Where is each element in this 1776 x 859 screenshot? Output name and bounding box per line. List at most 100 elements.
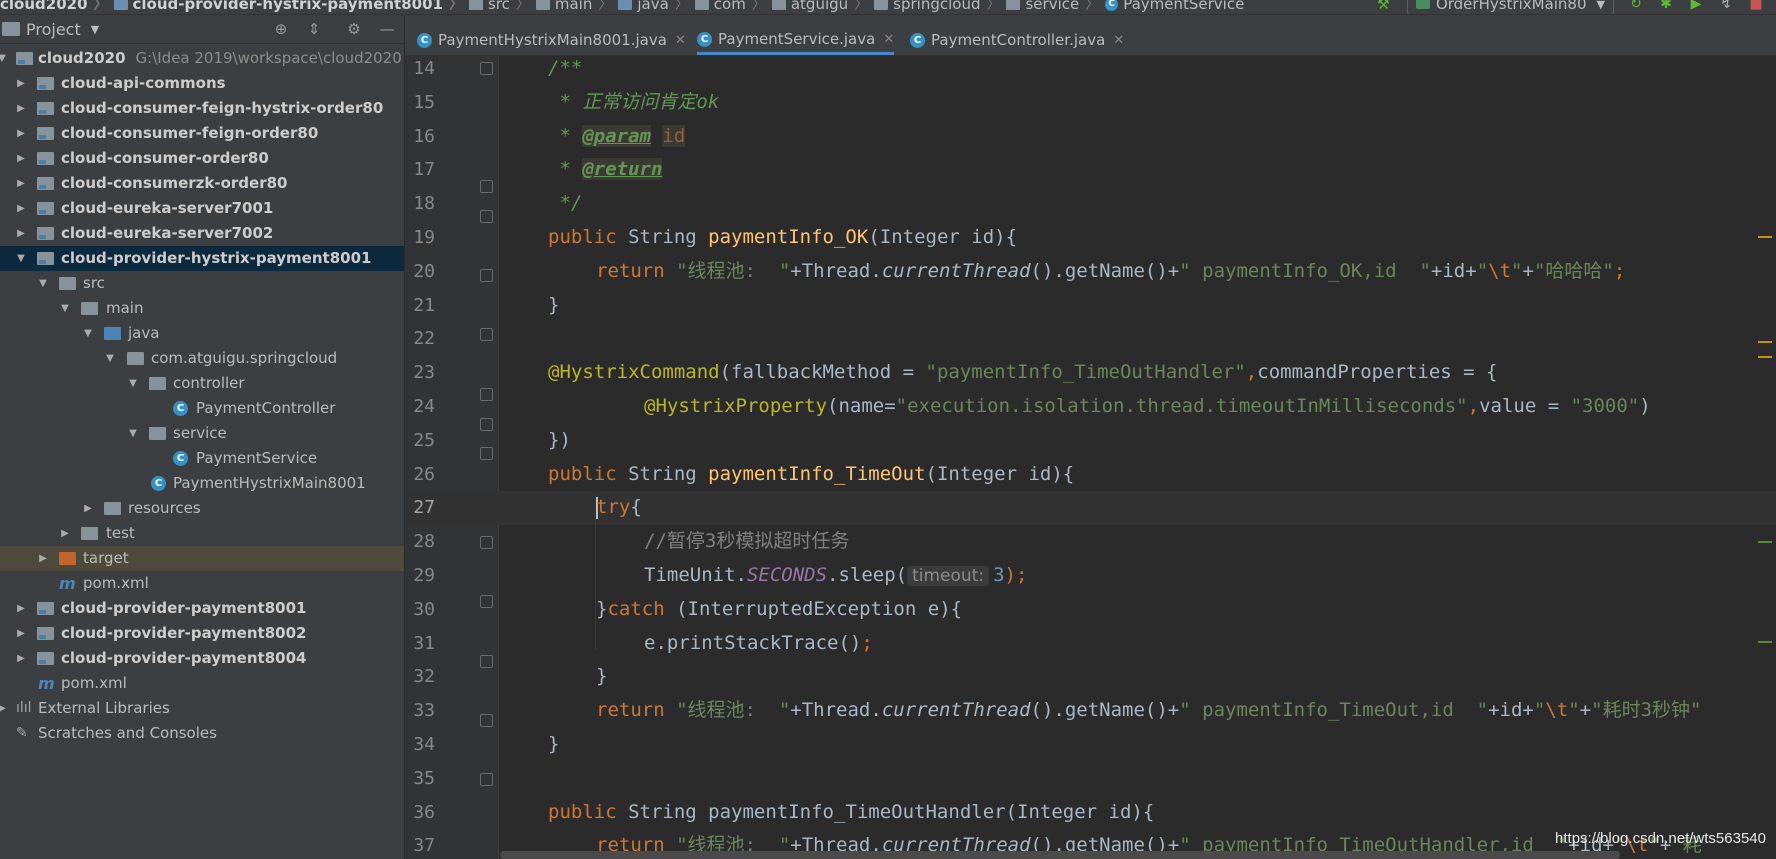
tree-item-controller-package[interactable]: ▼ controller [0, 371, 404, 396]
tree-item-scratches[interactable]: ✎ Scratches and Consoles [0, 721, 404, 746]
tree-item-main[interactable]: ▼ main [0, 296, 404, 321]
package-icon [1006, 0, 1021, 10]
debug-icon[interactable]: ✱ [1658, 0, 1674, 11]
chevron-down-icon[interactable]: ▼ [91, 23, 99, 36]
tree-item-module[interactable]: ▶ cloud-provider-payment8001 [0, 596, 404, 621]
tab-payment-service[interactable]: C PaymentService.java ✕ [697, 26, 895, 55]
tree-item-module[interactable]: ▶ cloud-provider-payment8002 [0, 621, 404, 646]
code-line: 17 * @return [405, 153, 1776, 187]
chevron-right-icon[interactable]: ▶ [15, 621, 27, 646]
tree-item-module[interactable]: ▶ cloud-consumerzk-order80 [0, 171, 404, 196]
module-folder-icon [37, 252, 54, 265]
tree-item-module[interactable]: ▶ cloud-provider-payment8004 [0, 646, 404, 671]
tree-item-label: pom.xml [61, 674, 127, 692]
run-with-coverage-icon[interactable]: ▶ [1688, 0, 1704, 11]
chevron-right-icon[interactable]: ▶ [82, 496, 94, 521]
chevron-right-icon[interactable]: ▶ [15, 596, 27, 621]
chevron-right-icon[interactable]: ▶ [15, 121, 27, 146]
close-icon[interactable]: ✕ [675, 33, 686, 48]
change-marker[interactable] [1758, 641, 1772, 643]
breadcrumb-item[interactable]: src 〉 [463, 0, 530, 14]
stop-icon[interactable]: ■ [1748, 0, 1764, 11]
tree-item-package[interactable]: ▼ com.atguigu.springcloud [0, 346, 404, 371]
horizontal-scrollbar[interactable] [500, 851, 1620, 859]
breadcrumb-item[interactable]: atguigu 〉 [766, 0, 868, 14]
profile-icon[interactable]: ↯ [1718, 0, 1734, 11]
tree-item-target[interactable]: ▶ target [0, 546, 404, 571]
chevron-right-icon[interactable]: ▶ [15, 196, 27, 221]
locate-file-icon[interactable]: ⊕ [272, 20, 290, 38]
tree-item-module[interactable]: ▶ cloud-consumer-feign-hystrix-order80 [0, 96, 404, 121]
tree-item-module[interactable]: ▶ cloud-eureka-server7002 [0, 221, 404, 246]
chevron-right-icon[interactable]: ▶ [15, 96, 27, 121]
tree-item-cloud2020[interactable]: ▼ cloud2020G:\Idea 2019\workspace\cloud2… [0, 46, 404, 71]
tree-item-service-package[interactable]: ▼ service [0, 421, 404, 446]
breadcrumb-item[interactable]: service 〉 [1000, 0, 1099, 14]
chevron-right-icon[interactable]: ▶ [37, 546, 49, 571]
breadcrumb-item[interactable]: com 〉 [689, 0, 766, 14]
run-configuration-label: OrderHystrixMain80 [1435, 0, 1587, 13]
breadcrumb-item[interactable]: cloud-provider-hystrix-payment8001 〉 [108, 0, 463, 14]
chevron-down-icon[interactable]: ▼ [0, 46, 8, 71]
chevron-down-icon[interactable]: ▼ [37, 271, 49, 296]
tree-item-module[interactable]: ▶ cloud-eureka-server7001 [0, 196, 404, 221]
tree-item-module-selected[interactable]: ▼ cloud-provider-hystrix-payment8001 [0, 246, 404, 271]
chevron-right-icon[interactable]: ▶ [15, 71, 27, 96]
tree-item-test[interactable]: ▶ test [0, 521, 404, 546]
close-icon[interactable]: ✕ [883, 32, 894, 47]
rerun-icon[interactable]: ↻ [1628, 0, 1644, 11]
chevron-right-icon[interactable]: ▶ [59, 521, 71, 546]
warning-marker[interactable] [1758, 341, 1772, 343]
breadcrumb-item[interactable]: main 〉 [530, 0, 612, 14]
chevron-down-icon[interactable]: ▼ [127, 371, 139, 396]
tree-item-label: cloud-eureka-server7002 [61, 224, 274, 242]
tree-item-pom[interactable]: m pom.xml [0, 571, 404, 596]
breadcrumb-item[interactable]: cloud2020 〉 [0, 0, 108, 14]
run-configuration-select[interactable]: OrderHystrixMain80 ▼ [1406, 0, 1614, 14]
chevron-down-icon[interactable]: ▼ [104, 346, 116, 371]
package-icon [127, 352, 144, 365]
hide-panel-icon[interactable]: — [378, 20, 396, 38]
chevron-down-icon[interactable]: ▼ [127, 421, 139, 446]
tree-item-root-pom[interactable]: m pom.xml [0, 671, 404, 696]
warning-marker[interactable] [1758, 236, 1772, 238]
chevron-down-icon[interactable]: ▼ [59, 296, 71, 321]
collapse-all-icon[interactable]: ⇕ [305, 20, 323, 38]
chevron-down-icon[interactable]: ▼ [82, 321, 94, 346]
breadcrumb-item[interactable]: springcloud 〉 [868, 0, 1000, 14]
tree-item-module[interactable]: ▶ cloud-consumer-order80 [0, 146, 404, 171]
chevron-right-icon[interactable]: ▶ [15, 646, 27, 671]
breadcrumb-item[interactable]: java 〉 [612, 0, 689, 14]
tree-item-src[interactable]: ▼ src [0, 271, 404, 296]
chevron-down-icon[interactable]: ▼ [15, 246, 27, 271]
warning-marker[interactable] [1758, 356, 1772, 358]
tree-item-module[interactable]: ▶ cloud-consumer-feign-order80 [0, 121, 404, 146]
breadcrumb-item[interactable]: C PaymentService [1099, 0, 1244, 13]
error-stripe[interactable] [1758, 61, 1772, 841]
line-number: 20 [413, 260, 435, 282]
tree-item-main-class[interactable]: C PaymentHystrixMain8001 [0, 471, 404, 496]
chevron-right-icon: 〉 [751, 0, 766, 13]
gear-icon[interactable]: ⚙ [345, 20, 363, 38]
change-marker[interactable] [1758, 541, 1772, 543]
project-tool-window: Project ▼ ⊕ ⇕ ⚙ — ▼ cloud2020G:\Idea 201… [0, 15, 405, 859]
tree-item-label: service [173, 424, 227, 442]
chevron-right-icon[interactable]: ▶ [0, 696, 8, 721]
chevron-right-icon[interactable]: ▶ [15, 146, 27, 171]
project-panel-title[interactable]: Project [26, 20, 81, 39]
chevron-right-icon[interactable]: ▶ [15, 221, 27, 246]
tree-item-module[interactable]: ▶ cloud-api-commons [0, 71, 404, 96]
code-line: 14/** [405, 56, 1776, 86]
tree-item-payment-controller[interactable]: C PaymentController [0, 396, 404, 421]
tree-item-java[interactable]: ▼ java [0, 321, 404, 346]
tree-item-resources[interactable]: ▶ resources [0, 496, 404, 521]
tab-payment-hystrix-main[interactable]: C PaymentHystrixMain8001.java ✕ [417, 26, 686, 54]
chevron-right-icon[interactable]: ▶ [15, 171, 27, 196]
tab-payment-controller[interactable]: C PaymentController.java ✕ [910, 26, 1124, 54]
close-icon[interactable]: ✕ [1113, 33, 1124, 48]
tree-item-external-libraries[interactable]: ▶ ılıl External Libraries [0, 696, 404, 721]
build-hammer-icon[interactable]: ⚒ [1377, 0, 1393, 13]
code-editor[interactable]: 14/** 15 * 正常访问肯定ok 16 * @param id 17 * … [405, 56, 1776, 859]
tree-item-payment-service[interactable]: C PaymentService [0, 446, 404, 471]
tree-item-label: cloud-provider-hystrix-payment8001 [61, 249, 372, 267]
